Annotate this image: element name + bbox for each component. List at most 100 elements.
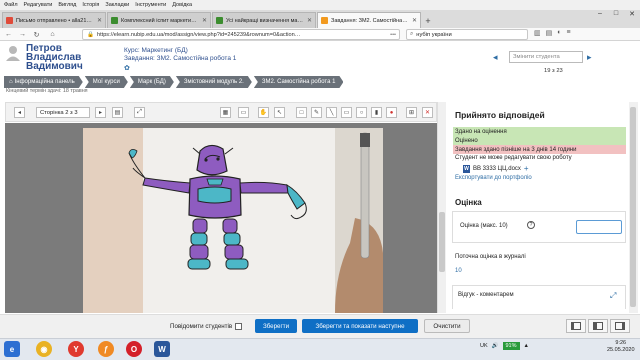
language-indicator[interactable]: UK bbox=[480, 343, 488, 349]
breadcrumb-module[interactable]: Змістовний модуль 2. bbox=[176, 76, 252, 88]
color-icon[interactable]: ● bbox=[386, 107, 397, 118]
help-icon[interactable]: ? bbox=[527, 221, 535, 229]
next-student-icon[interactable]: ▸ bbox=[587, 52, 592, 63]
page-actions-icon[interactable]: ••• bbox=[390, 32, 399, 38]
assignment-link[interactable]: Завдання: ЗМ2. Самостійна робота 1 bbox=[124, 55, 236, 62]
add-icon[interactable]: + bbox=[524, 164, 529, 173]
grade-input[interactable] bbox=[576, 220, 622, 234]
stamp-icon[interactable]: ⊞ bbox=[406, 107, 417, 118]
reset-button[interactable]: Очистити bbox=[424, 319, 470, 333]
menu-help[interactable]: Довідка bbox=[172, 2, 192, 8]
breadcrumb-my-courses[interactable]: Мої курси bbox=[85, 76, 128, 88]
close-icon[interactable]: ✕ bbox=[97, 17, 102, 24]
breadcrumb-assignment[interactable]: ЗМ2. Самостійна робота 1 bbox=[254, 76, 344, 88]
breadcrumb-course[interactable]: Марк (БД) bbox=[130, 76, 174, 88]
line-icon[interactable]: ╲ bbox=[326, 107, 337, 118]
change-student-select[interactable]: Змінити студента bbox=[509, 51, 583, 63]
close-icon[interactable]: ✕ bbox=[307, 17, 312, 24]
battery-icon[interactable]: 91% bbox=[502, 342, 520, 350]
rectangle-icon[interactable]: ▭ bbox=[341, 107, 352, 118]
layout-collapse-grade-icon[interactable] bbox=[610, 319, 630, 333]
network-icon[interactable]: ▲ bbox=[524, 343, 529, 349]
menu-bookmarks[interactable]: Закладки bbox=[105, 2, 129, 8]
notify-students[interactable]: Повідомити студентів bbox=[170, 323, 243, 330]
oval-icon[interactable]: ○ bbox=[356, 107, 367, 118]
current-grade-value[interactable]: 10 bbox=[455, 268, 462, 274]
panel-scrollbar[interactable] bbox=[629, 102, 638, 313]
notify-checkbox[interactable] bbox=[235, 323, 243, 330]
close-icon[interactable]: ✕ bbox=[202, 17, 207, 24]
firefox-icon[interactable]: ƒ bbox=[98, 341, 114, 357]
sticky-note-icon[interactable]: ▭ bbox=[238, 107, 249, 118]
clock[interactable]: 9:26 25.05.2020 bbox=[607, 340, 635, 354]
scroll-thumb[interactable] bbox=[630, 107, 636, 307]
current-grade-label: Поточна оцінка в журналі bbox=[455, 254, 526, 260]
chrome-icon[interactable]: ◉ bbox=[36, 341, 52, 357]
expand-icon[interactable]: ⤢ bbox=[134, 107, 145, 118]
breadcrumb: ⌂ Інформаційна панель Мої курси Марк (БД… bbox=[4, 76, 345, 88]
search-input[interactable]: ⌕ нубіп україни bbox=[406, 29, 528, 40]
menu-tools[interactable]: Інструменти bbox=[135, 2, 166, 8]
comment-icon[interactable]: □ bbox=[296, 107, 307, 118]
avatar-icon bbox=[6, 46, 20, 61]
tab-exam[interactable]: Комплексний іспит маркетин… ✕ bbox=[107, 12, 211, 28]
menu-history[interactable]: Історія bbox=[82, 2, 99, 8]
select-icon[interactable]: ↖ bbox=[274, 107, 285, 118]
menu-edit[interactable]: Редагувати bbox=[24, 2, 53, 8]
forward-icon[interactable]: → bbox=[18, 30, 27, 39]
comment-list-icon[interactable]: ▦ bbox=[220, 107, 231, 118]
home-icon[interactable]: ⌂ bbox=[48, 30, 57, 39]
back-icon[interactable]: ← bbox=[4, 30, 13, 39]
breadcrumb-dashboard[interactable]: ⌂ Інформаційна панель bbox=[4, 76, 83, 88]
layout-default-icon[interactable] bbox=[588, 319, 608, 333]
menu-icon[interactable]: ≡ bbox=[566, 29, 570, 37]
course-link[interactable]: Курс: Маркетинг (БД) bbox=[124, 46, 188, 55]
expand-icon[interactable]: ⤢ bbox=[610, 291, 616, 301]
canvas-scrollbar[interactable] bbox=[437, 102, 446, 313]
opera-icon[interactable]: O bbox=[126, 341, 142, 357]
lock-icon: 🔒 bbox=[87, 31, 94, 38]
word-icon[interactable]: W bbox=[154, 341, 170, 357]
minimize-button[interactable]: – bbox=[592, 10, 608, 22]
previous-page-icon[interactable]: ◂ bbox=[14, 107, 25, 118]
layout-collapse-review-icon[interactable] bbox=[566, 319, 586, 333]
system-tray: UK 🔊 91% ▲ bbox=[480, 342, 529, 350]
document-canvas[interactable] bbox=[5, 123, 437, 313]
gear-icon[interactable]: ✿ bbox=[124, 64, 130, 72]
save-button[interactable]: Зберегти bbox=[255, 319, 297, 333]
sync-icon[interactable]: ◐ bbox=[557, 29, 561, 37]
export-portfolio-link[interactable]: Експортувати до портфоліо bbox=[455, 175, 532, 181]
file-link[interactable]: ВВ 3333 ЦЦ.docx bbox=[473, 166, 521, 172]
student-counter: 19 з 23 bbox=[544, 68, 563, 74]
delete-icon[interactable]: ✕ bbox=[422, 107, 433, 118]
student-name[interactable]: Петров Владислав Вадимович bbox=[26, 44, 112, 72]
library-icon[interactable]: ▥ bbox=[534, 29, 541, 37]
previous-student-icon[interactable]: ◂ bbox=[493, 52, 498, 63]
pen-icon[interactable]: ✎ bbox=[311, 107, 322, 118]
yandex-icon[interactable]: Y bbox=[68, 341, 84, 357]
pan-icon[interactable]: ✋ bbox=[258, 107, 269, 118]
next-page-icon[interactable]: ▸ bbox=[95, 107, 106, 118]
toolbar-icons: ▥ ▤ ◐ ≡ bbox=[534, 29, 571, 37]
menu-file[interactable]: Файл bbox=[4, 2, 18, 8]
tab-mail[interactable]: Письмо отправлено • alla21… ✕ bbox=[2, 12, 106, 28]
scroll-thumb[interactable] bbox=[439, 212, 445, 272]
menu-view[interactable]: Вигляд bbox=[58, 2, 76, 8]
highlight-icon[interactable]: ▮ bbox=[371, 107, 382, 118]
tab-assignment[interactable]: Завдання: ЗМ2. Самостійна р… ✕ bbox=[317, 12, 421, 28]
tab-definitions[interactable]: Усі найкращі визначення марк… ✕ bbox=[212, 12, 316, 28]
close-icon[interactable]: ✕ bbox=[412, 17, 417, 24]
sidebar-icon[interactable]: ▤ bbox=[546, 29, 553, 37]
search-comments-icon[interactable]: ▤ bbox=[112, 107, 123, 118]
reload-icon[interactable]: ↻ bbox=[32, 30, 41, 39]
ie-icon[interactable]: e bbox=[4, 341, 20, 357]
maximize-button[interactable]: □ bbox=[608, 10, 624, 22]
page-select[interactable]: Сторінка 2 з 3 bbox=[36, 107, 90, 118]
save-and-next-button[interactable]: Зберегти та показати наступне bbox=[302, 319, 418, 333]
address-bar[interactable]: 🔒 https://elearn.nubip.edu.ua/mod/assign… bbox=[82, 29, 400, 40]
close-window-button[interactable]: ✕ bbox=[624, 10, 640, 22]
status-late: Завдання здано пізніше на 3 днів 14 годи… bbox=[453, 145, 626, 154]
volume-icon[interactable]: 🔊 bbox=[492, 343, 499, 349]
student-drawing-photo bbox=[83, 128, 383, 313]
new-tab-icon[interactable]: + bbox=[422, 14, 434, 28]
